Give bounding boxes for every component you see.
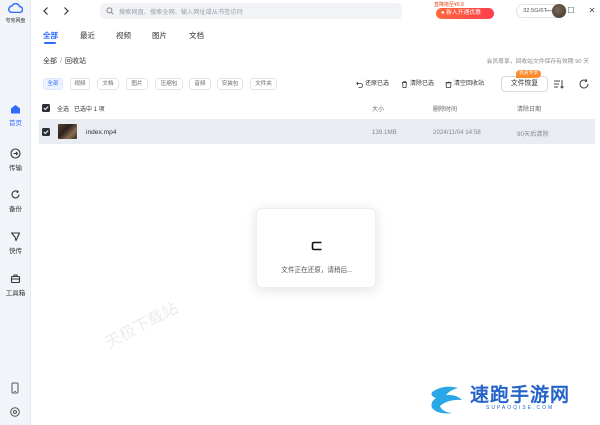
transfer-icon [10,148,21,159]
filter-image[interactable]: 图片 [126,78,148,90]
watermark-text: 天极下载站 [101,297,182,353]
breadcrumb-root[interactable]: 全部 [43,58,57,65]
brand-name: 速跑手游网 [470,384,571,406]
phone-icon[interactable] [9,382,21,394]
home-icon [11,105,20,114]
sidebar-item-label: 工具箱 [5,290,26,297]
active-tab-indicator [44,42,56,44]
undo-icon [356,81,363,88]
select-all-label[interactable]: 全选 [57,104,69,113]
brand-watermark: 速跑手游网 SUPAOQISE.COM [428,378,588,418]
filter-document[interactable]: 文档 [97,78,119,90]
row-checkbox[interactable] [42,128,50,136]
deleted-time: 2024/11/04 14:58 [433,129,481,136]
sidebar-item-label: 传输 [9,165,22,172]
top-bar: 搜索网盘、搜索全网、输入网址或从书签访问 直降拖至¥9.8 ● 新人开通优惠 3… [31,0,600,24]
restore-selected-button[interactable]: 还原已选 [356,78,389,90]
filter-video[interactable]: 视频 [70,78,90,90]
empty-recycle-bin-button[interactable]: 清空回收站 [445,78,484,90]
promo-banner[interactable]: 直降拖至¥9.8 ● 新人开通优惠 [434,1,503,22]
back-arrow-icon[interactable] [40,5,52,17]
close-button[interactable]: ✕ [587,6,597,16]
promo-price-text: 直降拖至¥9.8 [434,2,464,8]
trash-icon [402,81,407,88]
tab-video[interactable]: 视频 [116,30,131,41]
video-thumbnail [58,124,77,139]
sidebar-item-label: 快传 [9,248,22,255]
sort-icon[interactable] [551,77,565,91]
table-row[interactable] [39,119,595,144]
brand-url: SUPAOQISE.COM [486,405,555,411]
sidebar-item-transfer[interactable]: 传输 [0,148,31,172]
cloud-logo-icon [8,2,24,14]
vip-badge: 会员专享 [516,70,542,78]
sidebar-item-label: 首页 [9,120,22,127]
sidebar-item-home[interactable]: 首页 [0,104,31,127]
sidebar: 夸克网盘 首页 传输 备份 快传 工具箱 [0,0,31,425]
tab-image[interactable]: 图片 [152,30,167,41]
filter-folder[interactable]: 文件夹 [250,78,277,90]
bin-icon [445,81,452,88]
retention-note: 会员尊享，回收站文件保存有效期 90 天 [486,59,589,65]
sidebar-item-backup[interactable]: 备份 [0,189,31,213]
column-header-deleted-time[interactable]: 删除时间 [433,104,457,113]
selected-count: 已选中 1 项 [74,107,105,113]
breadcrumb: 全部 / 回收站 [43,56,86,66]
filter-audio[interactable]: 音频 [189,78,211,90]
breadcrumb-separator: / [60,58,62,65]
check-icon [43,106,49,111]
dialog-message: 文件正在还原，请稍后... [281,267,353,274]
maximize-button[interactable]: ☐ [566,6,576,16]
app-name: 夸克网盘 [5,18,26,24]
backup-icon [11,190,20,199]
file-name[interactable]: index.mp4 [86,129,116,136]
clear-selected-button[interactable]: 清除已选 [401,78,434,90]
select-all-checkbox[interactable] [42,104,50,112]
column-header-size[interactable]: 大小 [372,104,384,113]
filter-archive[interactable]: 压缩包 [155,78,183,90]
loading-spinner-icon [311,241,322,251]
toolbox-icon [10,274,21,284]
promo-pill-label: 新人开通优惠 [446,10,481,16]
breadcrumb-current: 回收站 [64,58,86,65]
sidebar-item-toolbox[interactable]: 工具箱 [0,273,31,297]
sidebar-item-quick-send[interactable]: 快传 [0,231,31,255]
column-header-clear-date[interactable]: 清除日期 [517,104,541,113]
quick-send-icon [10,232,21,242]
forward-arrow-icon[interactable] [60,5,72,17]
clear-date: 90天后清除 [517,131,549,138]
filter-all[interactable]: 全部 [43,78,63,90]
restoring-dialog: 文件正在还原，请稍后... [256,208,376,288]
brand-logo-icon [431,386,462,414]
tab-document[interactable]: 文档 [189,30,204,41]
check-icon [43,130,49,135]
filter-installer[interactable]: 安装包 [217,78,243,90]
tab-recent[interactable]: 最近 [80,30,95,41]
minimize-button[interactable]: — [545,6,555,16]
file-restore-button[interactable]: 文件恢复 [501,76,548,92]
app-logo[interactable]: 夸克网盘 [4,2,27,24]
file-size: 139.1MB [372,129,397,136]
search-input[interactable]: 搜索网盘、搜索全网、输入网址或从书签访问 [100,3,402,19]
search-placeholder: 搜索网盘、搜索全网、输入网址或从书签访问 [119,9,243,16]
sidebar-item-label: 备份 [9,206,22,213]
promo-pill[interactable]: ● 新人开通优惠 [436,8,494,19]
tab-all[interactable]: 全部 [43,30,58,41]
search-icon [106,7,114,15]
settings-icon[interactable] [9,406,21,418]
refresh-icon[interactable] [577,77,591,91]
